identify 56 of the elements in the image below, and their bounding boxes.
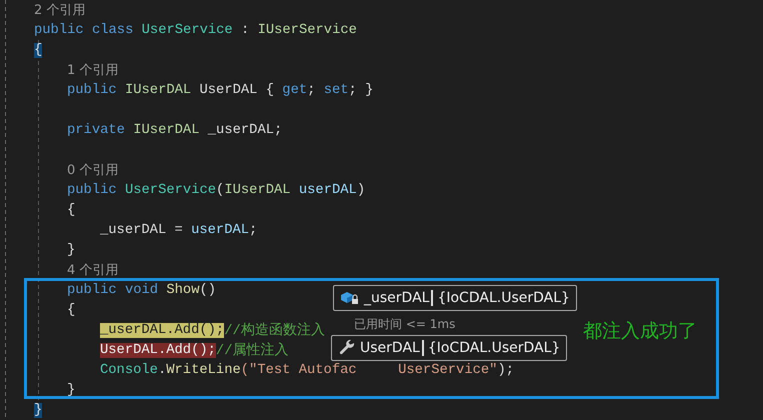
code-token: Console — [100, 362, 158, 378]
code-token: public — [67, 82, 118, 98]
code-token: { — [67, 202, 76, 218]
elapsed-time: 已用时间 <= 1ms — [354, 316, 456, 333]
data-tip[interactable]: _userDAL {IoCDAL.UserDAL} — [333, 285, 577, 311]
code-token: _userDAL; — [206, 122, 282, 138]
reference-count[interactable]: 2 个引用 — [34, 1, 86, 19]
code-token: IUserService — [258, 22, 357, 38]
code-token: () — [199, 282, 216, 298]
code-token: ( — [216, 182, 224, 198]
code-token: public class — [34, 22, 134, 38]
wrench-icon — [338, 339, 356, 357]
code-token: IUserDAL — [133, 122, 200, 138]
code-token: . — [158, 362, 166, 378]
code-token: ) — [356, 182, 366, 198]
code-token: _userDAL.Add(); — [100, 322, 224, 338]
code-token: Show — [166, 282, 200, 298]
code-token: ; } — [348, 82, 374, 98]
code-token: IUserDAL — [124, 82, 192, 98]
code-token: UserDAL.Add(); — [100, 342, 216, 358]
code-token: userDAL — [191, 222, 250, 238]
code-token: } — [67, 242, 76, 258]
code-token: : — [240, 22, 250, 38]
code-token: UserService" — [397, 362, 498, 378]
code-token: _userDAL = — [100, 222, 184, 238]
code-token: get — [282, 82, 308, 98]
code-token: private — [67, 122, 126, 138]
code-token: UserService — [124, 182, 216, 198]
code-token: { — [67, 302, 76, 318]
code-token: public void — [67, 282, 160, 298]
code-token: ; — [249, 222, 258, 238]
variable-name: _userDAL — [364, 290, 434, 306]
code-token: IUserDAL — [224, 182, 291, 198]
variable-value: {IoCDAL.UserDAL} — [428, 340, 560, 356]
code-token: public — [67, 182, 118, 198]
code-token: set — [324, 82, 349, 98]
code-token: ); — [497, 362, 514, 378]
annotation-text: 都注入成功了 — [583, 319, 697, 344]
code-token: UserDAL { — [198, 82, 276, 98]
code-token: UserService — [142, 22, 233, 38]
code-token: } — [34, 402, 42, 418]
reference-count[interactable]: 0 个引用 — [67, 161, 118, 179]
code-token: userDAL — [298, 182, 357, 198]
variable-value: {IoCDAL.UserDAL} — [437, 290, 570, 306]
reference-count[interactable]: 4 个引用 — [67, 261, 118, 279]
data-tip[interactable]: UserDAL {IoCDAL.UserDAL} — [331, 335, 568, 361]
code-token: WriteLine — [166, 362, 241, 378]
variable-name: UserDAL — [360, 340, 424, 356]
code-token: { — [34, 42, 42, 58]
reference-count[interactable]: 1 个引用 — [67, 61, 118, 79]
field-icon — [340, 290, 360, 306]
code-token: ; — [307, 82, 316, 98]
code-token: //属性注入 — [216, 341, 288, 359]
code-token: } — [67, 382, 76, 398]
code-token: ("Test Autofac — [240, 362, 357, 378]
code-token: //构造函数注入 — [224, 321, 325, 339]
